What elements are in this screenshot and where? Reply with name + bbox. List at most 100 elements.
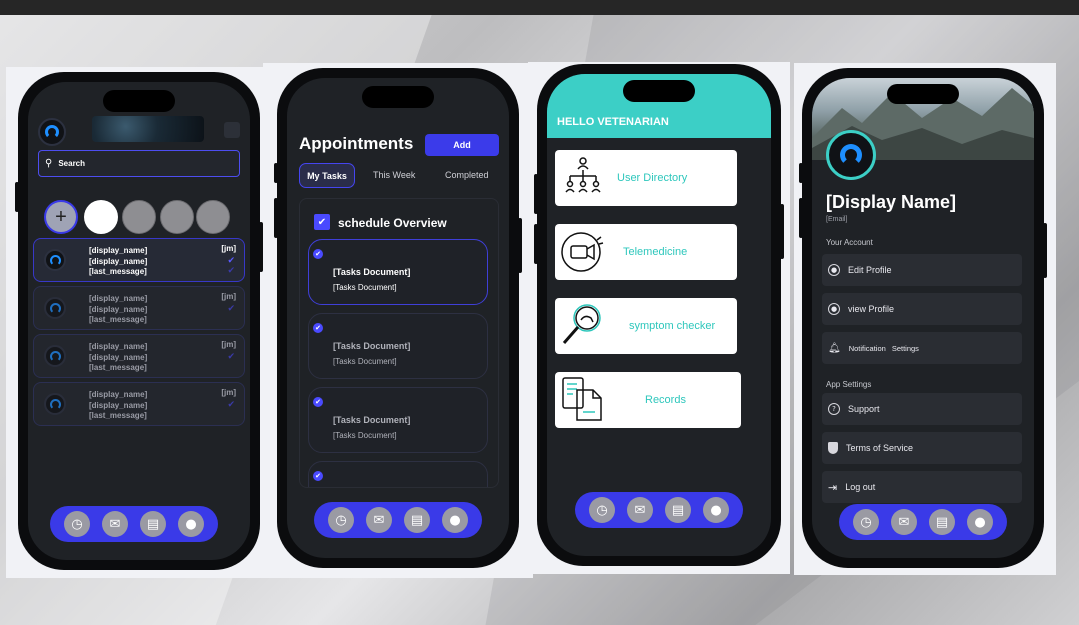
bottom-nav: ◷ ✉ ▤ ● — [50, 506, 218, 542]
chat-icon[interactable]: ✉ — [366, 507, 392, 533]
card-label: Records — [645, 394, 686, 406]
chat-name: [display_name] — [89, 400, 148, 410]
shield-icon — [828, 442, 838, 454]
inbox-icon[interactable]: ▤ — [140, 511, 166, 537]
account-icon[interactable]: ● — [442, 507, 468, 533]
clock-icon[interactable]: ◷ — [853, 509, 879, 535]
chat-row[interactable]: [display_name] [display_name] [last_mess… — [33, 238, 245, 282]
search-input[interactable]: ⚲ Search — [38, 150, 240, 177]
contact-avatar — [44, 345, 66, 367]
display-name: [Display Name] — [826, 192, 957, 212]
bottom-nav: ◷ ✉ ▤ ● — [314, 502, 482, 538]
phone-profile: [Display Name] [Email] Your Account ● Ed… — [799, 68, 1047, 568]
task-card[interactable]: ✔ — [308, 461, 488, 487]
phone-button — [780, 204, 784, 259]
chat-tag: [jm] — [221, 388, 236, 397]
story-avatar[interactable] — [196, 200, 230, 234]
support-row[interactable]: ? Support — [822, 393, 1022, 425]
symptom-checker-card[interactable]: symptom checker — [555, 298, 737, 354]
phone-button — [1043, 223, 1047, 278]
clock-icon[interactable]: ◷ — [328, 507, 354, 533]
edit-profile-row[interactable]: ● Edit Profile — [822, 254, 1022, 286]
task-card[interactable]: ✔ [Tasks Document] [Tasks Document] — [308, 239, 488, 305]
chat-row[interactable]: [display_name] [display_name] [last_mess… — [33, 334, 245, 378]
appointments-screen: Appointments Add My Tasks This Week Comp… — [287, 78, 509, 558]
account-icon[interactable]: ● — [703, 497, 729, 523]
edit-profile-label: Edit Profile — [848, 265, 892, 275]
user-directory-card[interactable]: User Directory — [555, 150, 737, 206]
task-card[interactable]: ✔ [Tasks Document] [Tasks Document] — [308, 387, 488, 453]
card-label: symptom checker — [629, 320, 716, 332]
tab-completed[interactable]: Completed — [445, 170, 489, 180]
clock-icon[interactable]: ◷ — [64, 511, 90, 537]
logout-row[interactable]: ⇥ Log out — [822, 471, 1022, 503]
chat-tag: [jm] — [221, 340, 236, 349]
chat-screen: ⚲ Search + [display_name] [display_name]… — [28, 82, 250, 560]
clock-icon[interactable]: ◷ — [589, 497, 615, 523]
account-icon[interactable]: ● — [967, 509, 993, 535]
records-card[interactable]: Records — [555, 372, 741, 428]
card-label: User Directory — [617, 172, 688, 184]
bell-icon: 🔔︎ — [828, 342, 841, 354]
magnifier-icon — [562, 304, 601, 344]
bottom-nav: ◷ ✉ ▤ ● — [839, 504, 1007, 540]
calendar-check-icon: ✔ — [314, 214, 330, 230]
phone-button — [799, 198, 803, 238]
story-avatar[interactable] — [160, 200, 194, 234]
inbox-icon[interactable]: ▤ — [404, 507, 430, 533]
tab-my-tasks[interactable]: My Tasks — [299, 163, 355, 188]
notch — [103, 90, 175, 112]
contact-avatar — [44, 393, 66, 415]
terms-row[interactable]: Terms of Service — [822, 432, 1022, 464]
task-subtitle: [Tasks Document] — [333, 431, 397, 440]
chat-icon[interactable]: ✉ — [891, 509, 917, 535]
profile-screen: [Display Name] [Email] Your Account ● Ed… — [812, 78, 1034, 558]
chat-last-message: [last_message] — [89, 315, 147, 324]
chat-icon[interactable]: ✉ — [102, 511, 128, 537]
task-subtitle: [Tasks Document] — [333, 283, 397, 292]
support-label: Support — [848, 404, 880, 414]
phone-button — [799, 163, 803, 183]
chat-last-message: [last_message] — [89, 411, 147, 420]
telemedicine-card[interactable]: Telemedicine — [555, 224, 737, 280]
video-call-icon — [561, 232, 604, 272]
account-icon[interactable]: ● — [178, 511, 204, 537]
documents-icon — [562, 377, 602, 421]
story-avatar[interactable] — [84, 200, 118, 234]
read-check-icon: ✔ — [227, 400, 235, 410]
chat-row[interactable]: [display_name] [display_name] [last_mess… — [33, 286, 245, 330]
user-circle-icon: ● — [828, 303, 840, 315]
phone-appointments: Appointments Add My Tasks This Week Comp… — [274, 68, 522, 568]
section-title: schedule Overview — [338, 216, 447, 230]
chat-icon[interactable]: ✉ — [627, 497, 653, 523]
phone-button — [274, 198, 278, 238]
notification-label: Notification — [848, 343, 886, 353]
user-circle-icon: ● — [828, 264, 840, 276]
section-your-account: Your Account — [826, 238, 873, 247]
org-chart-icon — [565, 157, 601, 193]
task-card[interactable]: ✔ [Tasks Document] [Tasks Document] — [308, 313, 488, 379]
notification-settings-row[interactable]: 🔔︎ Notification Settings — [822, 332, 1022, 364]
chat-row[interactable]: [display_name] [display_name] [last_mess… — [33, 382, 245, 426]
check-icon: ✔ — [313, 323, 323, 333]
avatar — [826, 130, 876, 180]
add-story-button[interactable]: + — [44, 200, 78, 234]
app-logo-icon — [38, 118, 66, 146]
search-placeholder: Search — [58, 159, 86, 168]
task-title: [Tasks Document] — [333, 267, 411, 277]
header-banner-image — [92, 116, 204, 142]
top-bar — [0, 0, 1079, 15]
check-icon: ✔ — [313, 249, 323, 259]
tab-this-week[interactable]: This Week — [373, 170, 415, 180]
phone-button — [274, 163, 278, 183]
contact-avatar — [44, 297, 66, 319]
contact-avatar — [44, 249, 66, 271]
inbox-icon[interactable]: ▤ — [929, 509, 955, 535]
view-profile-row[interactable]: ● view Profile — [822, 293, 1022, 325]
inbox-icon[interactable]: ▤ — [665, 497, 691, 523]
chat-name: [display_name] — [89, 256, 148, 266]
settings-label: Settings — [891, 343, 919, 353]
story-avatar[interactable] — [122, 200, 156, 234]
view-profile-label: view Profile — [848, 304, 895, 314]
add-button[interactable]: Add — [425, 134, 499, 156]
